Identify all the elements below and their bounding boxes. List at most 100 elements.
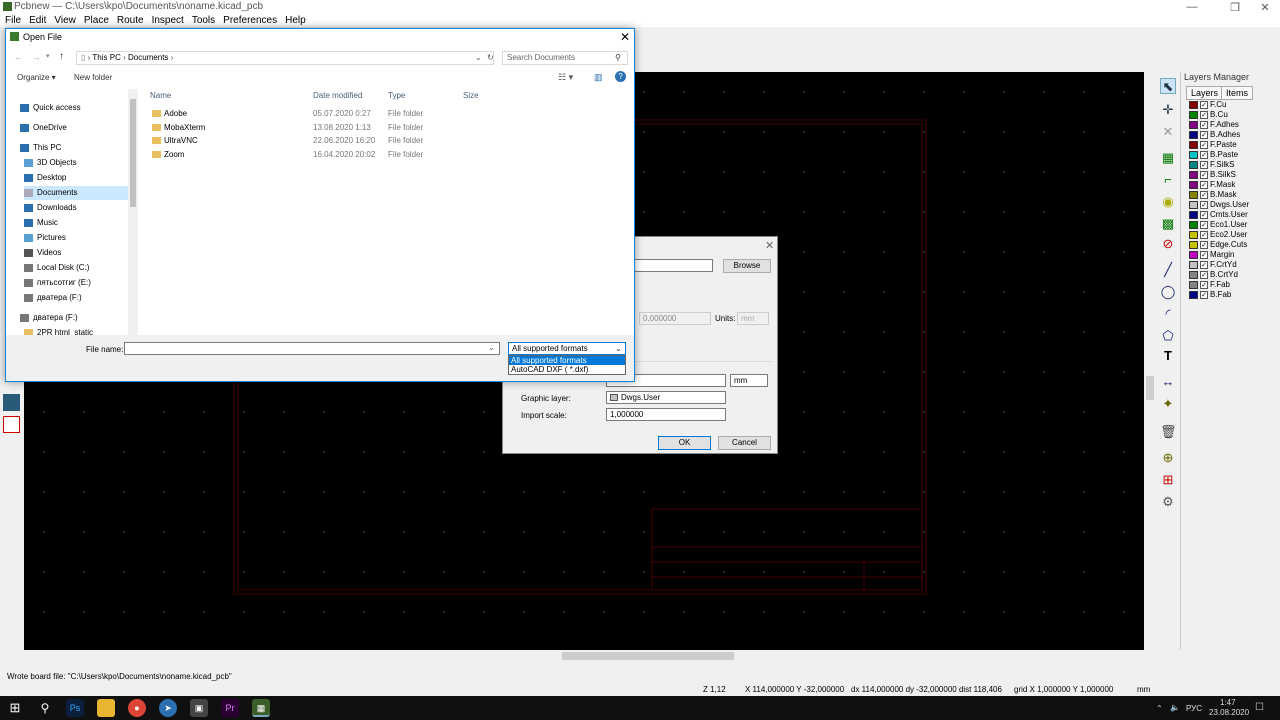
menu-preferences[interactable]: Preferences bbox=[223, 14, 280, 27]
layer-visibility-checkbox[interactable]: ✓ bbox=[1200, 240, 1208, 249]
add-footprint-icon[interactable]: ▦ bbox=[1160, 150, 1176, 166]
layer-color-swatch[interactable] bbox=[1189, 210, 1198, 219]
restore-icon[interactable]: ❐ bbox=[1220, 1, 1250, 14]
layer-color-swatch[interactable] bbox=[1189, 140, 1198, 149]
add-zone-icon[interactable]: ▩ bbox=[1160, 216, 1176, 232]
nav-item[interactable]: пятьсотгиг (E:) bbox=[24, 276, 91, 290]
layer-row[interactable]: ✓ B.Adhes bbox=[1189, 130, 1240, 140]
graphic-layer-select[interactable]: Dwgs.User bbox=[606, 391, 726, 404]
layer-row[interactable]: ✓ F.Paste bbox=[1189, 140, 1237, 150]
layer-row[interactable]: ✓ Edge.Cuts bbox=[1189, 240, 1247, 250]
horizontal-scroll-thumb[interactable] bbox=[562, 652, 734, 660]
draw-circle-icon[interactable]: ◯ bbox=[1160, 284, 1176, 300]
layer-visibility-checkbox[interactable]: ✓ bbox=[1200, 130, 1208, 139]
vertical-scroll-thumb[interactable] bbox=[1146, 376, 1154, 400]
menu-help[interactable]: Help bbox=[285, 14, 309, 27]
column-size[interactable]: Size bbox=[463, 91, 479, 100]
layer-visibility-checkbox[interactable]: ✓ bbox=[1200, 290, 1208, 299]
file-row[interactable]: UltraVNC 22.06.2020 16:20 File folder bbox=[146, 134, 632, 147]
preview-pane-icon[interactable]: ▥ bbox=[594, 72, 603, 83]
layer-visibility-checkbox[interactable]: ✓ bbox=[1200, 140, 1208, 149]
file-row[interactable]: MobaXterm 13.08.2020 1:13 File folder bbox=[146, 121, 632, 134]
layers-manager-toggle-icon[interactable] bbox=[3, 394, 20, 411]
layer-visibility-checkbox[interactable]: ✓ bbox=[1200, 210, 1208, 219]
layer-color-swatch[interactable] bbox=[1189, 270, 1198, 279]
local-ratsnest-icon[interactable]: ✕ bbox=[1160, 124, 1176, 140]
keepout-area-icon[interactable]: ⊘ bbox=[1160, 236, 1176, 252]
address-bar[interactable]: ▯ › This PC › Documents › ⌄ ↻ bbox=[76, 51, 494, 65]
browse-button[interactable]: Browse bbox=[723, 259, 771, 273]
file-explorer-icon[interactable] bbox=[97, 699, 115, 717]
nav-item[interactable]: Music bbox=[24, 216, 58, 230]
layer-color-swatch[interactable] bbox=[1189, 130, 1198, 139]
address-dropdown-icon[interactable]: ⌄ bbox=[475, 52, 482, 64]
layer-row[interactable]: ✓ F.Fab bbox=[1189, 280, 1230, 290]
layer-row[interactable]: ✓ F.Mask bbox=[1189, 180, 1235, 190]
add-dimension-icon[interactable]: ↔ bbox=[1160, 374, 1176, 390]
nav-item[interactable]: OneDrive bbox=[20, 121, 67, 135]
microwave-tools-icon[interactable] bbox=[3, 416, 20, 433]
layer-color-swatch[interactable] bbox=[1189, 110, 1198, 119]
layer-color-swatch[interactable] bbox=[1189, 230, 1198, 239]
menu-tools[interactable]: Tools bbox=[192, 14, 218, 27]
nav-item[interactable]: Quick access bbox=[20, 101, 81, 115]
clock-time[interactable]: 1:47 bbox=[1220, 698, 1236, 707]
open-file-close-icon[interactable]: ✕ bbox=[620, 30, 630, 44]
nav-item[interactable]: 3D Objects bbox=[24, 156, 77, 170]
search-input[interactable]: Search Documents ⚲ bbox=[502, 51, 628, 65]
menu-route[interactable]: Route bbox=[117, 14, 147, 27]
organize-button[interactable]: Organize ▾ bbox=[17, 73, 56, 82]
layer-row[interactable]: ✓ Cmts.User bbox=[1189, 210, 1248, 220]
layer-color-swatch[interactable] bbox=[1189, 160, 1198, 169]
layer-visibility-checkbox[interactable]: ✓ bbox=[1200, 190, 1208, 199]
tray-chevron-icon[interactable]: ⌃ bbox=[1156, 704, 1163, 713]
select-arrow-icon[interactable]: ⬉ bbox=[1160, 78, 1176, 94]
horizontal-scrollbar[interactable] bbox=[24, 650, 1144, 662]
close-icon[interactable]: ✕ bbox=[1250, 1, 1280, 14]
grid-origin-icon[interactable]: ⊞ bbox=[1160, 472, 1176, 488]
telegram-icon[interactable]: ➤ bbox=[159, 699, 177, 717]
file-row[interactable]: Zoom 16.04.2020 20:02 File folder bbox=[146, 148, 632, 161]
layer-visibility-checkbox[interactable]: ✓ bbox=[1200, 200, 1208, 209]
layer-visibility-checkbox[interactable]: ✓ bbox=[1200, 180, 1208, 189]
column-type[interactable]: Type bbox=[388, 91, 405, 100]
delete-icon[interactable]: 🗑 bbox=[1160, 424, 1177, 440]
layer-visibility-checkbox[interactable]: ✓ bbox=[1200, 150, 1208, 159]
layer-color-swatch[interactable] bbox=[1189, 200, 1198, 209]
menu-view[interactable]: View bbox=[54, 14, 79, 27]
nav-item[interactable]: Desktop bbox=[24, 171, 66, 185]
minimize-icon[interactable]: — bbox=[1177, 1, 1207, 13]
import-scale-field[interactable]: 1,000000 bbox=[606, 408, 726, 421]
layer-row[interactable]: ✓ B.Paste bbox=[1189, 150, 1238, 160]
file-type-option-dxf[interactable]: AutoCAD DXF ( *.dxf) bbox=[509, 365, 625, 374]
menu-inspect[interactable]: Inspect bbox=[152, 14, 187, 27]
tab-items[interactable]: Items bbox=[1221, 86, 1254, 100]
drill-origin-icon[interactable]: ⊕ bbox=[1160, 450, 1176, 466]
import-dialog-close-icon[interactable]: ✕ bbox=[765, 239, 774, 252]
nav-item[interactable]: Downloads bbox=[24, 201, 77, 215]
breadcrumb-documents[interactable]: Documents bbox=[128, 53, 168, 62]
menu-edit[interactable]: Edit bbox=[29, 14, 49, 27]
layer-row[interactable]: ✓ Margin bbox=[1189, 250, 1234, 260]
draw-polygon-icon[interactable]: ⬠ bbox=[1160, 328, 1176, 344]
layer-color-swatch[interactable] bbox=[1189, 260, 1198, 269]
line-width-units-select[interactable]: mm bbox=[730, 374, 768, 387]
layer-visibility-checkbox[interactable]: ✓ bbox=[1200, 160, 1208, 169]
layer-row[interactable]: ✓ B.Fab bbox=[1189, 290, 1231, 300]
premiere-icon[interactable]: Pr bbox=[221, 699, 239, 717]
layer-color-swatch[interactable] bbox=[1189, 250, 1198, 259]
notification-icon[interactable]: ☐ bbox=[1255, 702, 1264, 713]
nav-item[interactable]: This PC bbox=[20, 141, 61, 155]
layer-color-swatch[interactable] bbox=[1189, 290, 1198, 299]
windows-start-icon[interactable]: ⊞ bbox=[6, 699, 24, 717]
layer-visibility-checkbox[interactable]: ✓ bbox=[1200, 220, 1208, 229]
file-type-select[interactable]: All supported formats ⌄ bbox=[508, 342, 626, 355]
layer-row[interactable]: ✓ B.Cu bbox=[1189, 110, 1228, 120]
nav-scrollbar[interactable] bbox=[128, 89, 138, 335]
layer-visibility-checkbox[interactable]: ✓ bbox=[1200, 170, 1208, 179]
layer-visibility-checkbox[interactable]: ✓ bbox=[1200, 100, 1208, 109]
column-name[interactable]: Name bbox=[150, 91, 171, 100]
speaker-icon[interactable]: 🔈 bbox=[1170, 703, 1180, 712]
layer-row[interactable]: ✓ B.SilkS bbox=[1189, 170, 1236, 180]
column-date-modified[interactable]: Date modified bbox=[313, 91, 362, 100]
